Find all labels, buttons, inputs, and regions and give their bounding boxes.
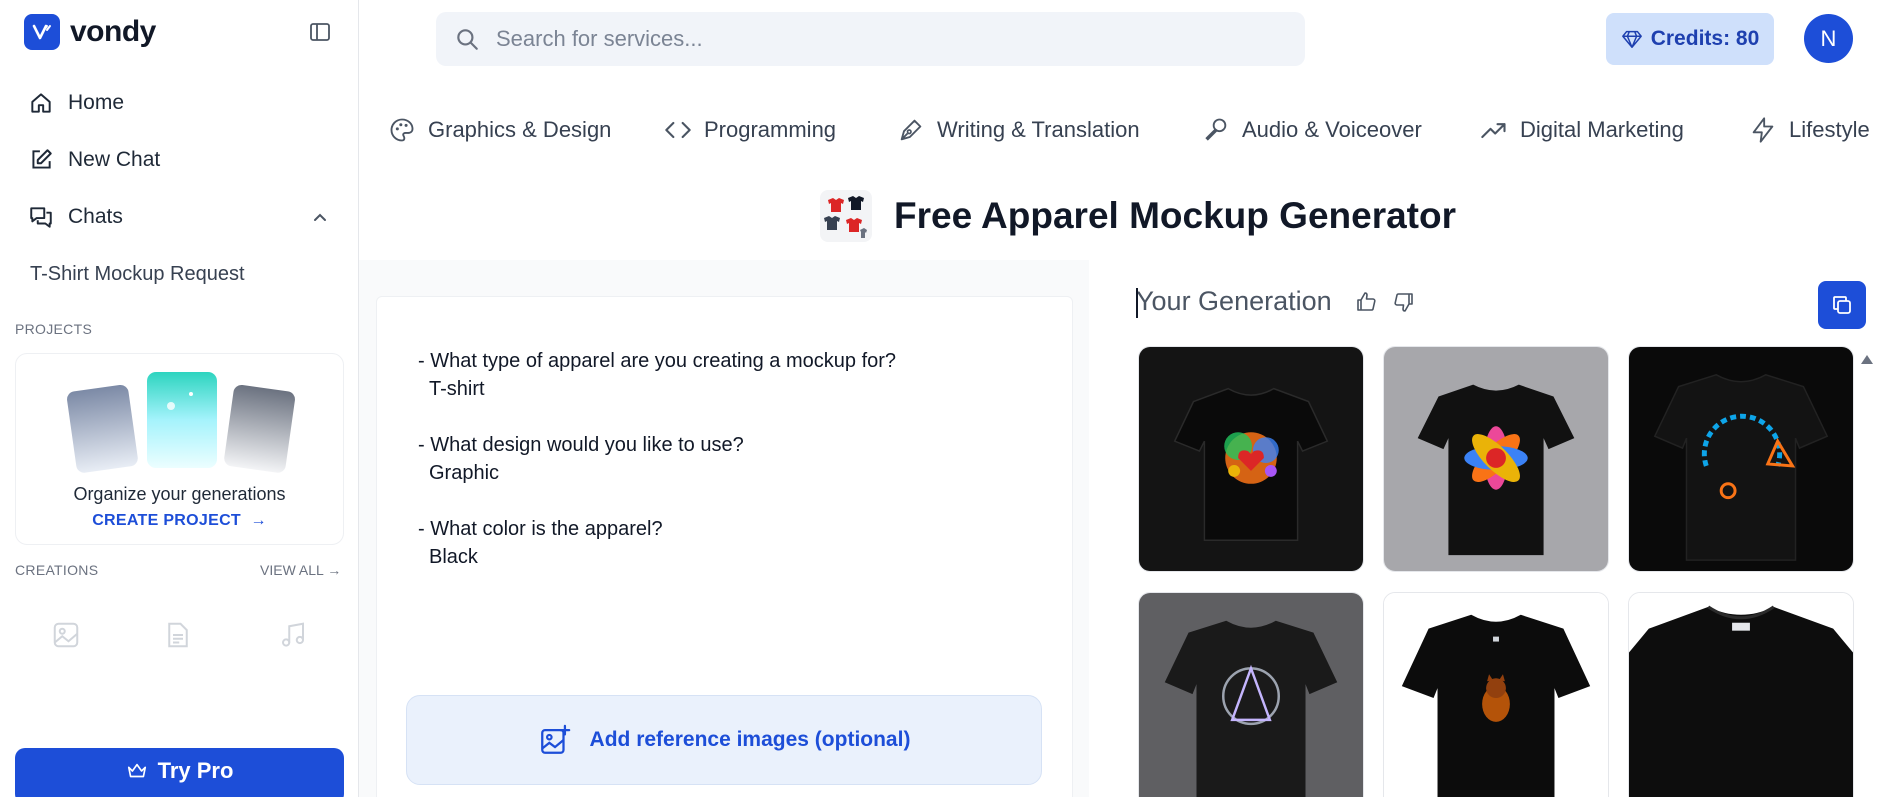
diamond-icon [1621,30,1642,48]
sidebar-toggle-icon[interactable] [308,20,332,44]
vondy-logo-icon [24,14,60,50]
search-bar[interactable] [436,12,1305,66]
trending-icon [1481,123,1506,139]
page-title: Free Apparel Mockup Generator [894,195,1456,236]
add-reference-label: Add reference images (optional) [589,728,911,751]
generation-title: Your Generation [1136,286,1332,318]
lightning-icon [1752,117,1774,143]
sidebar-item-home[interactable]: Home [28,90,124,116]
create-project-link[interactable]: CREATE PROJECT → [16,512,343,530]
category-lifestyle[interactable]: Lifestyle [1749,116,1870,144]
category-digital-marketing[interactable]: Digital Marketing [1480,116,1684,144]
chat-icon [30,207,52,228]
answer-text: Graphic [429,462,500,484]
try-pro-button[interactable]: Try Pro [15,748,344,797]
creations-label: CREATIONS [15,562,99,578]
chat-history-item[interactable]: T-Shirt Mockup Request [30,263,245,286]
sidebar: vondy Home New Chat Chats T-Shirt Mockup… [0,0,359,797]
sidebar-item-label: Home [68,91,125,114]
generated-image[interactable] [1138,592,1364,797]
category-label: Graphics & Design [428,117,612,142]
question-block: - What design would you like to use? Gra… [418,431,744,487]
answer-text: Black [429,546,478,568]
project-illustration [61,366,301,476]
category-programming[interactable]: Programming [664,116,836,144]
project-card: Organize your generations CREATE PROJECT… [15,353,344,545]
edit-icon [32,149,52,169]
sidebar-item-new-chat[interactable]: New Chat [28,147,160,173]
thumbs-up-icon[interactable] [1354,290,1378,314]
credits-label: Credits: 80 [1650,27,1760,50]
search-icon [457,29,478,50]
category-graphics-design[interactable]: Graphics & Design [388,116,611,144]
thumbs-down-icon[interactable] [1392,290,1416,314]
palette-icon [390,118,414,142]
answer-text: T-shirt [429,378,485,400]
category-label: Lifestyle [1789,117,1870,142]
question-text: - What color is the apparel? [418,518,663,540]
view-all-link[interactable]: VIEW ALL → [260,562,341,578]
microphone-icon [1205,118,1227,141]
credits-badge[interactable]: Credits: 80 [1606,13,1774,65]
question-text: - What design would you like to use? [418,434,744,456]
category-writing-translation[interactable]: Writing & Translation [897,116,1140,144]
image-plus-icon [540,724,570,754]
home-icon [31,93,51,113]
category-label: Writing & Translation [937,117,1140,142]
pen-icon [900,119,922,141]
generated-image[interactable] [1383,592,1609,797]
code-icon [665,121,691,139]
copy-icon [1833,296,1851,314]
add-reference-images-button[interactable]: Add reference images (optional) [406,695,1042,785]
projects-label: PROJECTS [15,321,93,337]
generated-image[interactable] [1383,346,1609,572]
category-label: Digital Marketing [1520,117,1684,142]
question-block: - What type of apparel are you creating … [418,347,896,403]
sidebar-item-label: New Chat [68,148,161,171]
image-icon[interactable] [51,620,81,650]
copy-button[interactable] [1818,281,1866,329]
avatar[interactable]: N [1804,14,1853,63]
question-block: - What color is the apparel? Black [418,515,663,571]
generated-image[interactable] [1138,346,1364,572]
logo[interactable]: vondy [24,14,156,50]
document-icon[interactable] [163,620,193,650]
crown-icon [127,763,146,778]
project-card-title: Organize your generations [73,484,286,504]
sidebar-item-label: Chats [68,205,123,228]
arrow-right-icon: → [327,562,342,578]
try-pro-label: Try Pro [157,758,234,783]
arrow-right-icon: → [245,512,267,529]
brand-name: vondy [70,15,156,48]
create-project-label: CREATE PROJECT [92,512,241,529]
apparel-mockup-thumbnail [820,190,872,242]
generated-image[interactable] [1628,592,1854,797]
chevron-up-icon[interactable] [310,208,330,228]
music-icon[interactable] [278,620,308,650]
search-input[interactable] [496,26,1256,52]
view-all-label: VIEW ALL [260,562,324,578]
page-header: Free Apparel Mockup Generator [820,190,1456,242]
category-label: Audio & Voiceover [1242,117,1422,142]
generated-image[interactable] [1628,346,1854,572]
sidebar-item-chats[interactable]: Chats [28,204,123,230]
category-label: Programming [704,117,837,142]
question-text: - What type of apparel are you creating … [418,350,897,372]
app-root: vondy Home New Chat Chats T-Shirt Mockup… [0,0,1890,797]
category-audio-voiceover[interactable]: Audio & Voiceover [1202,116,1422,144]
scroll-up-arrow-icon[interactable] [1860,352,1874,364]
